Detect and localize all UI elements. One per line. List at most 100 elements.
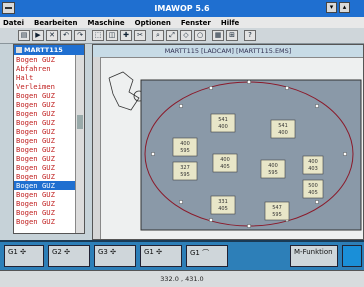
list-item[interactable]: Bogen GUZ (14, 163, 84, 172)
part-box[interactable]: 327 595 (172, 161, 198, 181)
maximize-button[interactable]: ▴ (339, 2, 350, 13)
list-item[interactable]: Bogen GUZ (14, 217, 84, 226)
svg-text:405: 405 (308, 190, 318, 196)
menu-maschine[interactable]: Maschine (88, 19, 125, 27)
axis-icon: ✣ (64, 248, 70, 256)
svg-text:547: 547 (272, 205, 282, 211)
part-box[interactable]: 400 403 (302, 155, 324, 175)
part-box[interactable]: 541 400 (270, 119, 296, 139)
list-item[interactable]: Bogen GUZ (14, 118, 84, 127)
list-item[interactable]: Bogen GUZ (14, 100, 84, 109)
drawing-canvas[interactable]: 541 400 541 400 400 595 327 595 400 405 … (101, 58, 363, 240)
toolbar-button-10[interactable]: ⌕ (152, 30, 164, 41)
function-button-g3[interactable]: G3 ✣ (94, 245, 136, 267)
toolbar-button-15[interactable]: ⊞ (226, 30, 238, 41)
program-list-title: MARTT115 (14, 45, 84, 55)
menu-bearbeiten[interactable]: Bearbeiten (34, 19, 78, 27)
list-item[interactable]: Bogen GUZ (14, 136, 84, 145)
run-button[interactable] (342, 245, 362, 267)
function-button-m[interactable]: M-Funktion (290, 245, 338, 267)
svg-text:403: 403 (308, 166, 318, 172)
list-item[interactable]: Halt (14, 73, 84, 82)
part-box[interactable]: 500 405 (302, 179, 324, 199)
list-scroll-thumb[interactable] (77, 115, 83, 129)
toolbar-button-3[interactable]: ✕ (46, 30, 58, 41)
list-item[interactable]: Bogen GUZ (14, 55, 84, 64)
part-box[interactable]: 400 595 (172, 137, 198, 157)
svg-text:595: 595 (268, 170, 278, 176)
svg-text:405: 405 (218, 206, 228, 212)
svg-text:327: 327 (180, 165, 190, 171)
list-item[interactable]: Bogen GUZ (14, 199, 84, 208)
minimize-button[interactable]: ▾ (326, 2, 337, 13)
axis-icon: ✣ (20, 248, 26, 256)
axis-icon: ✣ (110, 248, 116, 256)
system-menu-icon[interactable] (2, 2, 15, 14)
list-item[interactable]: Bogen GUZ (14, 91, 84, 100)
svg-text:595: 595 (180, 172, 190, 178)
toolbar-button-7[interactable]: ◫ (106, 30, 118, 41)
toolbar-button-1[interactable]: ▤ (18, 30, 30, 41)
toolbar-button-14[interactable]: ▦ (212, 30, 224, 41)
svg-text:331: 331 (218, 199, 228, 205)
svg-text:400: 400 (180, 141, 190, 147)
list-item[interactable]: Bogen GUZ (14, 190, 84, 199)
toolbar-button-4[interactable]: ↶ (60, 30, 72, 41)
program-list: Bogen GUZ Abfahren Halt Verleimen Bogen … (14, 55, 84, 226)
function-button-label: G1 (8, 248, 18, 256)
part-box-value-b: 400 (218, 124, 228, 130)
menu-optionen[interactable]: Optionen (135, 19, 171, 27)
function-bar: G1 ✣ G2 ✣ G3 ✣ G1 ✣ G1 ⌒ M-Funktion (0, 240, 364, 270)
svg-text:400: 400 (268, 163, 278, 169)
list-item-selected[interactable]: Bogen GUZ (14, 181, 84, 190)
help-button[interactable]: ? (244, 30, 256, 41)
screen: IMAWOP 5.6 ▾ ▴ Datei Bearbeiten Maschine… (0, 0, 364, 287)
function-button-g1-arc[interactable]: G1 ⌒ (186, 245, 228, 267)
menu-datei[interactable]: Datei (3, 19, 24, 27)
part-box[interactable]: 400 405 (212, 153, 238, 173)
function-button-label: G1 (144, 248, 154, 256)
function-button-label: G3 (98, 248, 108, 256)
menu-hilfe[interactable]: Hilfe (221, 19, 239, 27)
toolbar-button-2[interactable]: ▶ (32, 30, 44, 41)
toolbar-button-13[interactable]: ○ (194, 30, 206, 41)
axis-icon: ✣ (156, 248, 162, 256)
svg-text:400: 400 (220, 157, 230, 163)
program-list-panel: MARTT115 Bogen GUZ Abfahren Halt Verleim… (13, 44, 85, 234)
list-item[interactable]: Bogen GUZ (14, 208, 84, 217)
list-item[interactable]: Bogen GUZ (14, 154, 84, 163)
toolbar-button-6[interactable]: ⬚ (92, 30, 104, 41)
part-box[interactable]: 547 595 (264, 201, 290, 221)
function-button-g1[interactable]: G1 ✣ (4, 245, 44, 267)
svg-text:400: 400 (278, 130, 288, 136)
menu-fenster[interactable]: Fenster (181, 19, 211, 27)
list-item[interactable]: Abfahren (14, 64, 84, 73)
function-button-g1-b[interactable]: G1 ✣ (140, 245, 182, 267)
list-scrollbar[interactable] (75, 55, 84, 233)
part-box[interactable]: 541 400 (210, 113, 236, 133)
title-bar: IMAWOP 5.6 ▾ ▴ (0, 0, 364, 17)
arc-icon: ⌒ (202, 249, 210, 257)
function-button-label: G1 (190, 249, 200, 257)
list-item[interactable]: Bogen GUZ (14, 109, 84, 118)
function-button-g2[interactable]: G2 ✣ (48, 245, 90, 267)
toolbar-button-8[interactable]: ✚ (120, 30, 132, 41)
toolbar-button-9[interactable]: ✂ (134, 30, 146, 41)
part-box[interactable]: 331 405 (210, 195, 236, 215)
list-item[interactable]: Bogen GUZ (14, 172, 84, 181)
svg-text:400: 400 (308, 159, 318, 165)
window-title: IMAWOP 5.6 (154, 4, 210, 13)
toolbar-button-12[interactable]: ◇ (180, 30, 192, 41)
cam-window: MARTT115 [LADCAM] [MARTT115.EMS] 541 400… (92, 44, 364, 240)
toolbar-button-5[interactable]: ↷ (74, 30, 86, 41)
toolbar: ▤ ▶ ✕ ↶ ↷ ⬚ ◫ ✚ ✂ ⌕ ⤢ ◇ ○ ▦ ⊞ ? (0, 28, 364, 44)
list-item[interactable]: Bogen GUZ (14, 127, 84, 136)
cam-scrollbar[interactable] (93, 57, 101, 239)
toolbar-button-11[interactable]: ⤢ (166, 30, 178, 41)
list-item[interactable]: Verleimen (14, 82, 84, 91)
list-item[interactable]: Bogen GUZ (14, 145, 84, 154)
part-box[interactable]: 400 595 (260, 159, 286, 179)
function-button-label: G2 (52, 248, 62, 256)
svg-text:541: 541 (278, 123, 288, 129)
status-bar: 332.0 , 431.0 (0, 270, 364, 287)
